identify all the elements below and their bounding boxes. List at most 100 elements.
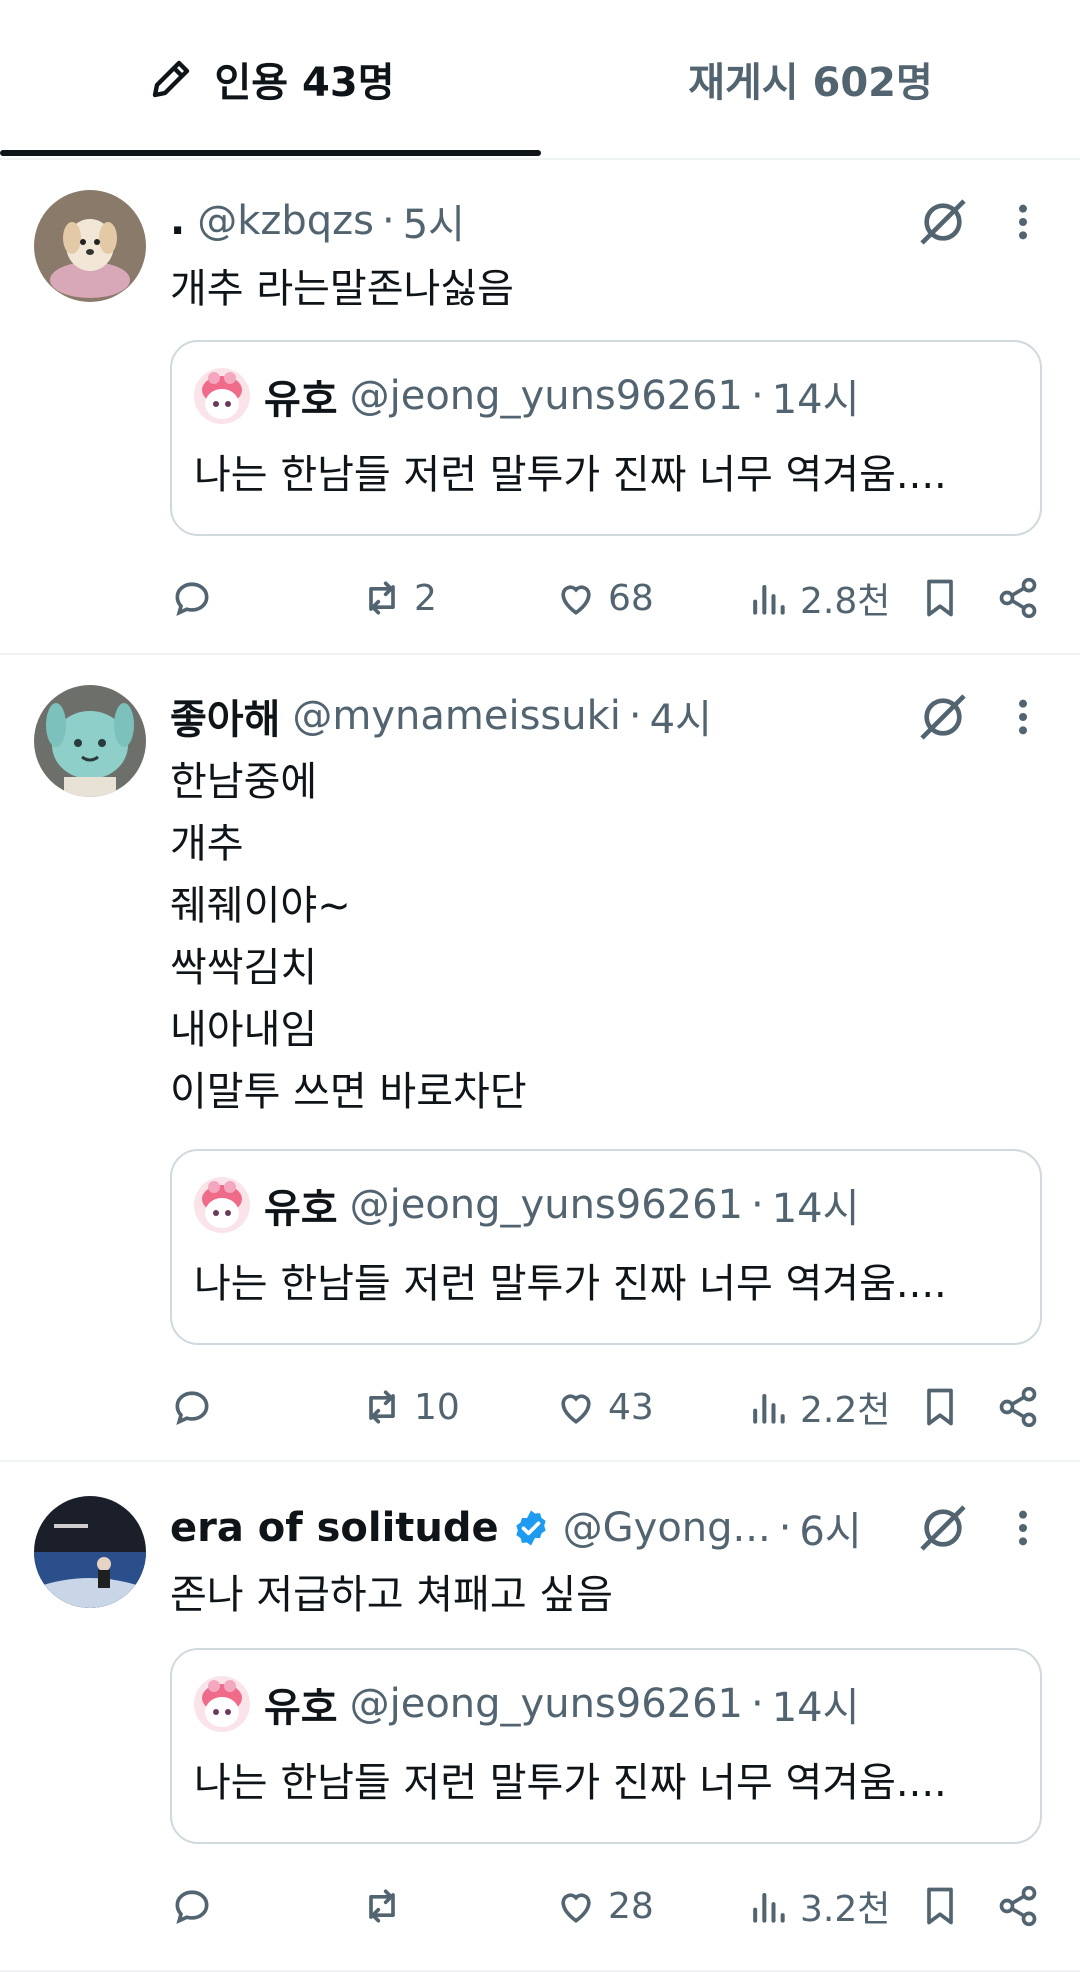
reply-icon	[175, 582, 209, 616]
quoted-time: 14시	[771, 1685, 860, 1731]
quoted-header: 유호 @jeong_yuns96261 · 14시	[264, 1177, 859, 1233]
separator-dot: ·	[778, 1505, 792, 1551]
post-text: 개추 라는말존나싫음	[170, 266, 514, 312]
post[interactable]: 좋아해 @mynameissuki · 4시 한남중에 개추 줴줴이야~ 싹싹김…	[0, 655, 1080, 1462]
reply-button[interactable]	[170, 1876, 224, 1936]
grok-icon[interactable]	[915, 194, 971, 250]
share-icon	[999, 577, 1037, 619]
quoted-avatar	[194, 1676, 250, 1732]
share-button[interactable]	[996, 1377, 1040, 1437]
separator-dot: ·	[381, 198, 395, 244]
quoted-display-name: 유호	[264, 1685, 338, 1731]
post[interactable]: era of solitude @Gyong... · 6시 존나 저급하고 쳐…	[0, 1462, 1080, 1972]
tab-bar: 인용 43명 재게시 602명	[0, 0, 1080, 160]
avatar[interactable]	[34, 685, 146, 797]
user-handle[interactable]: @mynameissuki	[292, 693, 621, 739]
repost-button[interactable]: 2	[360, 568, 437, 628]
share-button[interactable]	[996, 1876, 1040, 1936]
bookmark-icon	[927, 1887, 953, 1925]
heart-icon	[561, 1394, 591, 1424]
quoted-handle: @jeong_yuns96261	[349, 1681, 744, 1727]
quoted-post[interactable]: 유호 @jeong_yuns96261 · 14시 나는 한남들 저런 말투가 …	[170, 1149, 1042, 1345]
repost-button[interactable]	[360, 1876, 414, 1936]
repost-button[interactable]: 10	[360, 1377, 460, 1437]
quoted-time: 14시	[771, 377, 860, 423]
views-chart-icon	[753, 584, 785, 615]
quoted-header: 유호 @jeong_yuns96261 · 14시	[264, 1676, 859, 1732]
like-button[interactable]: 28	[554, 1876, 654, 1936]
avatar[interactable]	[34, 190, 146, 302]
separator-dot: ·	[751, 373, 764, 419]
tab-quotes[interactable]: 인용 43명	[0, 0, 541, 158]
views-chart-icon	[753, 1393, 785, 1424]
post-header: . @kzbqzs · 5시	[170, 192, 465, 250]
more-options-icon[interactable]	[1010, 1508, 1036, 1548]
separator-dot: ·	[751, 1681, 764, 1727]
views-count: 2.2천	[800, 1390, 891, 1431]
reply-button[interactable]	[170, 1377, 224, 1437]
bookmark-icon	[927, 1388, 953, 1426]
repost-icon	[369, 1390, 395, 1424]
views-count: 3.2천	[800, 1889, 891, 1930]
quoted-text: 나는 한남들 저런 말투가 진짜 너무 역겨움....	[194, 452, 947, 498]
like-button[interactable]: 68	[554, 568, 654, 628]
quoted-post[interactable]: 유호 @jeong_yuns96261 · 14시 나는 한남들 저런 말투가 …	[170, 340, 1042, 536]
quoted-avatar	[194, 368, 250, 424]
repost-count: 10	[414, 1386, 460, 1428]
user-handle[interactable]: @kzbqzs	[197, 198, 374, 244]
share-icon	[999, 1386, 1037, 1428]
tab-reposts-label: 재게시 602명	[688, 60, 933, 106]
tab-reposts[interactable]: 재게시 602명	[541, 0, 1080, 158]
more-options-icon[interactable]	[1010, 202, 1036, 242]
active-tab-indicator	[0, 150, 541, 156]
bookmark-icon	[927, 579, 953, 617]
display-name[interactable]: .	[170, 198, 185, 244]
heart-icon	[561, 1893, 591, 1923]
views-chart-icon	[753, 1892, 785, 1923]
quoted-display-name: 유호	[264, 377, 338, 423]
views-count: 2.8천	[800, 581, 891, 622]
post-text: 한남중에 개추 줴줴이야~ 싹싹김치 내아내임 이말투 쓰면 바로차단	[170, 759, 527, 1115]
avatar[interactable]	[34, 1496, 146, 1608]
grok-icon[interactable]	[915, 1500, 971, 1556]
bookmark-button[interactable]	[918, 568, 962, 628]
action-bar: 2 68 2.8천	[0, 568, 1080, 628]
post-time[interactable]: 5시	[403, 192, 465, 250]
quoted-time: 14시	[771, 1186, 860, 1232]
post-time[interactable]: 6시	[799, 1499, 861, 1557]
like-count: 28	[608, 1885, 654, 1927]
repost-icon	[369, 581, 395, 615]
display-name[interactable]: 좋아해	[170, 687, 280, 745]
views-button[interactable]: 2.2천	[746, 1377, 890, 1437]
quoted-handle: @jeong_yuns96261	[349, 373, 744, 419]
reply-icon	[175, 1890, 209, 1924]
views-button[interactable]: 3.2천	[746, 1876, 890, 1936]
bookmark-button[interactable]	[918, 1377, 962, 1437]
user-handle[interactable]: @Gyong...	[563, 1505, 771, 1551]
quoted-handle: @jeong_yuns96261	[349, 1182, 744, 1228]
repost-icon	[369, 1889, 395, 1923]
quoted-display-name: 유호	[264, 1186, 338, 1232]
quoted-header: 유호 @jeong_yuns96261 · 14시	[264, 368, 859, 424]
like-button[interactable]: 43	[554, 1377, 654, 1437]
like-count: 43	[608, 1386, 654, 1428]
share-button[interactable]	[996, 568, 1040, 628]
quoted-post[interactable]: 유호 @jeong_yuns96261 · 14시 나는 한남들 저런 말투가 …	[170, 1648, 1042, 1844]
post-header: 좋아해 @mynameissuki · 4시	[170, 687, 712, 745]
share-icon	[999, 1885, 1037, 1927]
post-time[interactable]: 4시	[650, 687, 712, 745]
heart-icon	[561, 585, 591, 615]
separator-dot: ·	[628, 693, 642, 739]
grok-icon[interactable]	[915, 689, 971, 745]
verified-badge-icon	[515, 1510, 546, 1546]
bookmark-button[interactable]	[918, 1876, 962, 1936]
quoted-avatar	[194, 1177, 250, 1233]
more-options-icon[interactable]	[1010, 697, 1036, 737]
quoted-text: 나는 한남들 저런 말투가 진짜 너무 역겨움....	[194, 1760, 947, 1806]
post-header: era of solitude @Gyong... · 6시	[170, 1499, 862, 1557]
display-name[interactable]: era of solitude	[170, 1505, 499, 1551]
reply-button[interactable]	[170, 568, 224, 628]
post-text: 존나 저급하고 쳐패고 싶음	[170, 1572, 613, 1618]
post[interactable]: . @kzbqzs · 5시 개추 라는말존나싫음 유호 @jeong_yuns…	[0, 160, 1080, 655]
views-button[interactable]: 2.8천	[746, 568, 890, 628]
